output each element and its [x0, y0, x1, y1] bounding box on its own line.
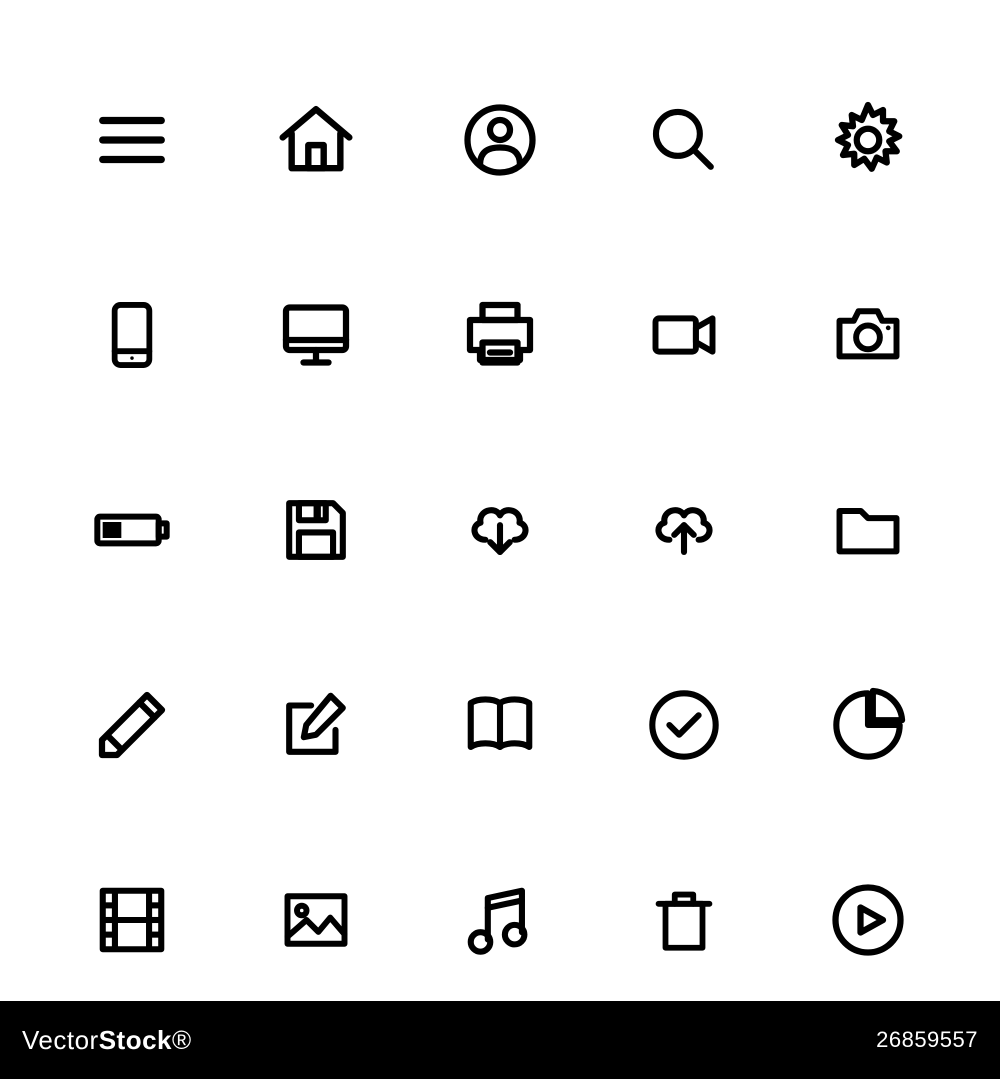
video-camera-icon: [592, 245, 776, 425]
film-icon: [40, 830, 224, 1010]
battery-icon: [40, 440, 224, 620]
edit-note-icon: [224, 635, 408, 815]
gear-icon: [776, 50, 960, 230]
cloud-download-icon: [408, 440, 592, 620]
brand-suffix: Stock: [99, 1025, 172, 1055]
book-icon: [408, 635, 592, 815]
save-floppy-icon: [224, 440, 408, 620]
camera-icon: [776, 245, 960, 425]
menu-icon: [40, 50, 224, 230]
brand-logo: VectorStock®: [22, 1025, 192, 1056]
image-icon: [224, 830, 408, 1010]
home-icon: [224, 50, 408, 230]
pencil-icon: [40, 635, 224, 815]
trash-icon: [592, 830, 776, 1010]
cloud-upload-icon: [592, 440, 776, 620]
check-circle-icon: [592, 635, 776, 815]
music-note-icon: [408, 830, 592, 1010]
play-circle-icon: [776, 830, 960, 1010]
pie-chart-icon: [776, 635, 960, 815]
search-icon: [592, 50, 776, 230]
brand-prefix: Vector: [22, 1025, 99, 1055]
image-id: 26859557: [876, 1027, 978, 1053]
folder-icon: [776, 440, 960, 620]
footer-bar: VectorStock® 26859557: [0, 1001, 1000, 1079]
icon-grid: [40, 50, 960, 1010]
user-circle-icon: [408, 50, 592, 230]
printer-icon: [408, 245, 592, 425]
smartphone-icon: [40, 245, 224, 425]
monitor-icon: [224, 245, 408, 425]
